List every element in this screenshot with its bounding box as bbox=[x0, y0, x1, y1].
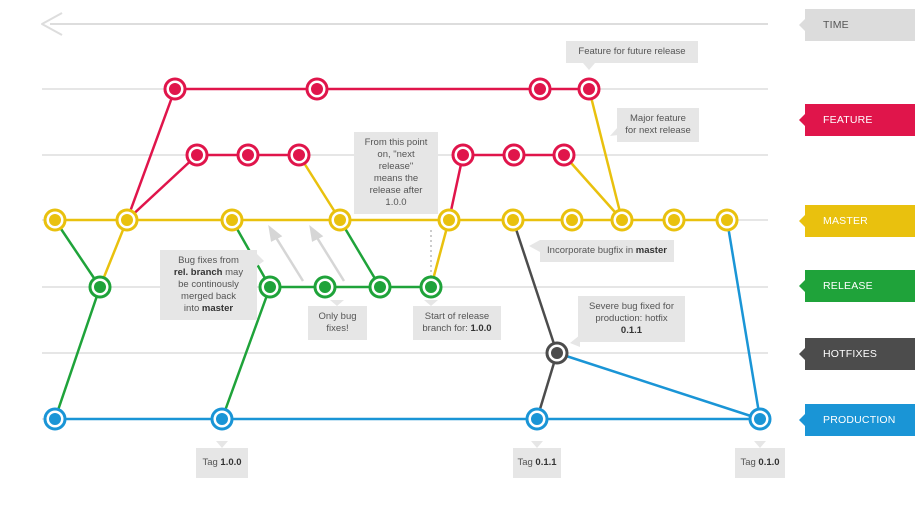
note-incorporate-bugfix: Incorporate bugfix in master bbox=[540, 240, 674, 262]
note-severe-bug: Severe bug fixed for production: hotfix … bbox=[578, 296, 685, 342]
tag-0-1-1: Tag 0.1.1 bbox=[513, 448, 561, 478]
note-only-bug-fixes: Only bug fixes! bbox=[308, 306, 367, 340]
merge-arrows bbox=[268, 224, 346, 282]
note-major-feature: Major feature for next release bbox=[617, 108, 699, 142]
lane-label-time: TIME bbox=[799, 9, 915, 41]
lane-label-production: PRODUCTION bbox=[799, 404, 915, 436]
note-next-release: From this point on, "next release" means… bbox=[354, 132, 438, 214]
note-start-of-release: Start of release branch for: 1.0.0 bbox=[413, 306, 501, 340]
lane-label-feature: FEATURE BRANCHES bbox=[799, 104, 915, 158]
lane-label-master: MASTER bbox=[799, 205, 915, 237]
lane-label-hotfix: HOTFIXES bbox=[799, 338, 915, 370]
note-bug-fixes-from-release: Bug fixes from rel. branch may be contin… bbox=[160, 250, 257, 320]
hotfix-commits bbox=[545, 341, 569, 365]
tag-1-0-0: Tag 1.0.0 bbox=[196, 448, 248, 478]
note-future-release: Feature for future release bbox=[566, 41, 698, 63]
gitflow-diagram bbox=[41, 12, 772, 448]
tag-0-1-0: Tag 0.1.0 bbox=[735, 448, 785, 478]
lane-label-release: RELEASE BRANCHES bbox=[799, 270, 915, 324]
